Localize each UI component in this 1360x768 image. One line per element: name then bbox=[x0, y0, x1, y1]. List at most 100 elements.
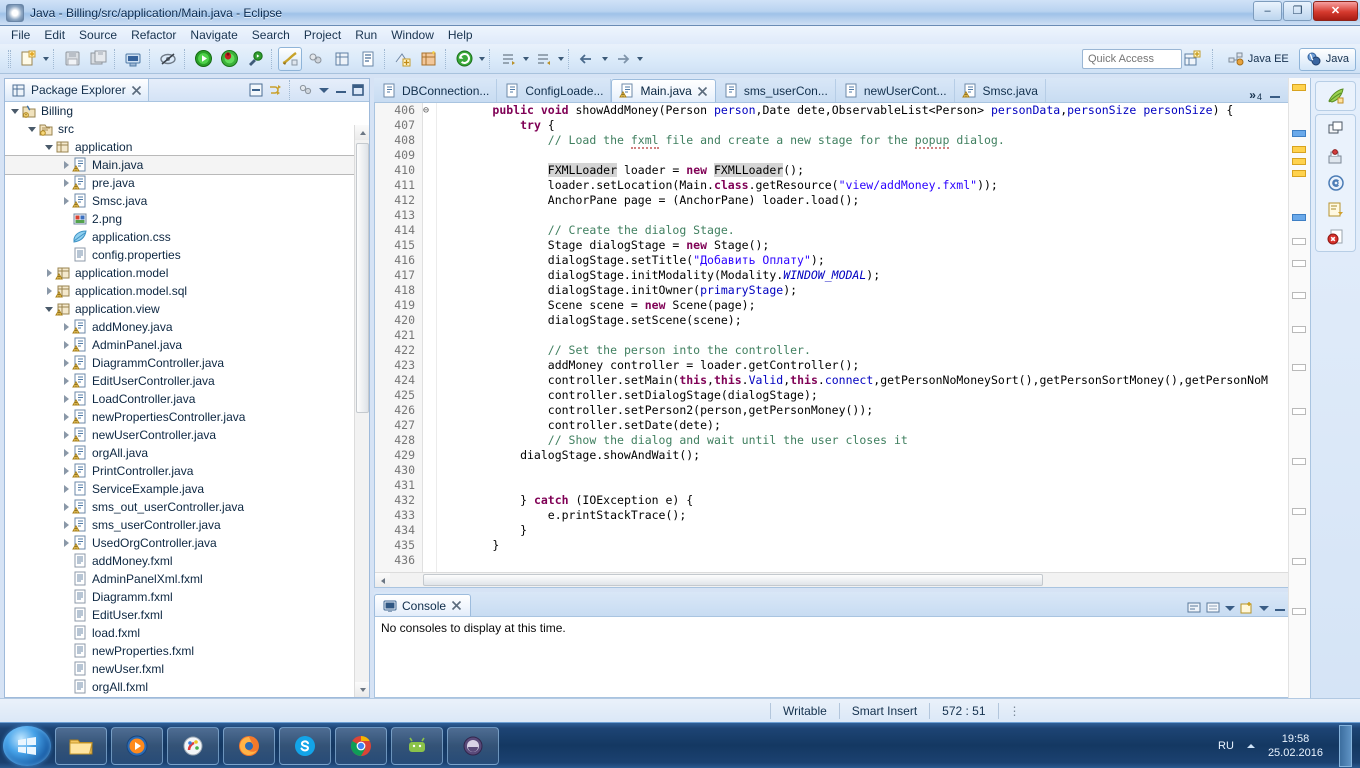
taskbar-paint[interactable] bbox=[167, 727, 219, 765]
menu-help[interactable]: Help bbox=[441, 27, 480, 43]
tree-item[interactable]: orgAll.java bbox=[5, 444, 369, 462]
code-line[interactable]: 419 Scene scene = new Scene(page); bbox=[375, 298, 1291, 313]
code-line[interactable]: 435 } bbox=[375, 538, 1291, 553]
tree-item[interactable]: application.css bbox=[5, 228, 369, 246]
minimize-button[interactable]: – bbox=[1253, 1, 1282, 21]
code-line[interactable]: 428 // Show the dialog and wait until th… bbox=[375, 433, 1291, 448]
chevron-right-icon[interactable] bbox=[60, 426, 72, 444]
save-all-icon[interactable] bbox=[86, 47, 110, 71]
tree-item[interactable]: sms_userController.java bbox=[5, 516, 369, 534]
code-line[interactable]: 418 dialogStage.initOwner(primaryStage); bbox=[375, 283, 1291, 298]
next-annotation-icon[interactable] bbox=[496, 47, 520, 71]
open-type-icon[interactable] bbox=[391, 47, 415, 71]
package-explorer-tab[interactable]: Package Explorer bbox=[5, 79, 149, 101]
run-green-icon[interactable] bbox=[191, 47, 215, 71]
maximize-button[interactable]: ❐ bbox=[1283, 1, 1312, 21]
show-desktop-button[interactable] bbox=[1339, 725, 1352, 767]
chevron-down-icon[interactable] bbox=[600, 47, 609, 71]
save-icon[interactable] bbox=[60, 47, 84, 71]
editor-tab[interactable]: sms_userCon... bbox=[716, 79, 836, 102]
tree-item[interactable]: addMoney.fxml bbox=[5, 552, 369, 570]
chevron-down-icon[interactable] bbox=[635, 47, 644, 71]
perspective-java-ee[interactable]: Java EE bbox=[1222, 48, 1295, 71]
new-console-dropdown-icon[interactable] bbox=[1258, 602, 1270, 614]
quick-access-input[interactable] bbox=[1082, 49, 1182, 69]
tree-item[interactable]: Diagramm.fxml bbox=[5, 588, 369, 606]
tree-scrollbar-thumb[interactable] bbox=[356, 143, 369, 413]
code-line[interactable]: 417 dialogStage.initModality(Modality.WI… bbox=[375, 268, 1291, 283]
tree-item[interactable]: Smsc.java bbox=[5, 192, 369, 210]
code-line[interactable]: 421 bbox=[375, 328, 1291, 343]
chevron-right-icon[interactable] bbox=[43, 282, 55, 300]
code-line[interactable]: 434 } bbox=[375, 523, 1291, 538]
code-line[interactable]: 422 // Set the person into the controlle… bbox=[375, 343, 1291, 358]
code-line[interactable]: 430 bbox=[375, 463, 1291, 478]
console-dropdown-icon[interactable] bbox=[1224, 602, 1236, 614]
tree-item[interactable]: EditUser.fxml bbox=[5, 606, 369, 624]
minimize-icon[interactable] bbox=[1268, 88, 1282, 102]
menu-search[interactable]: Search bbox=[245, 27, 297, 43]
code-line[interactable]: 436 bbox=[375, 553, 1291, 568]
fold-collapse-icon[interactable]: ⊖ bbox=[419, 103, 433, 118]
tree-item[interactable]: application.model.sql bbox=[5, 282, 369, 300]
editor-tab[interactable]: Smsc.java bbox=[955, 79, 1046, 102]
code-line[interactable]: 409 bbox=[375, 148, 1291, 163]
external-tools-icon[interactable] bbox=[243, 47, 267, 71]
debug-bug-icon[interactable] bbox=[217, 47, 241, 71]
chevron-down-icon[interactable] bbox=[556, 47, 565, 71]
menu-navigate[interactable]: Navigate bbox=[183, 27, 244, 43]
toolbar-grip[interactable] bbox=[8, 50, 11, 68]
menu-file[interactable]: File bbox=[4, 27, 37, 43]
taskbar-chrome[interactable] bbox=[335, 727, 387, 765]
maximize-icon[interactable] bbox=[351, 83, 365, 97]
chevron-right-icon[interactable] bbox=[60, 156, 72, 174]
code-line[interactable]: 408 // Load the fxml file and create a n… bbox=[375, 133, 1291, 148]
taskbar-android-studio[interactable] bbox=[391, 727, 443, 765]
project-tree[interactable]: BillingsrcapplicationMain.javapre.javaSm… bbox=[5, 102, 369, 697]
chevron-right-icon[interactable] bbox=[60, 192, 72, 210]
tree-item[interactable]: orgAll.fxml bbox=[5, 678, 369, 696]
tree-item[interactable]: sms_out_userController.java bbox=[5, 498, 369, 516]
chevron-right-icon[interactable] bbox=[60, 318, 72, 336]
editor-tab[interactable]: DBConnection... bbox=[374, 79, 497, 102]
outline-view-icon[interactable] bbox=[1325, 118, 1347, 140]
minimize-icon[interactable] bbox=[334, 83, 348, 97]
code-line[interactable]: 431 bbox=[375, 478, 1291, 493]
new-package-icon[interactable] bbox=[330, 47, 354, 71]
search-icon[interactable] bbox=[417, 47, 441, 71]
view-menu-icon[interactable] bbox=[317, 83, 331, 97]
open-perspective-icon[interactable] bbox=[1180, 47, 1204, 71]
chevron-right-icon[interactable] bbox=[60, 534, 72, 552]
display-selected-console-icon[interactable] bbox=[1205, 600, 1221, 616]
chevron-right-icon[interactable] bbox=[43, 264, 55, 282]
source-code[interactable]: 406⊖ public void showAddMoney(Person per… bbox=[375, 103, 1291, 572]
tree-item[interactable]: Main.java bbox=[5, 156, 369, 174]
chevron-right-icon[interactable] bbox=[60, 390, 72, 408]
editor-tab-overflow[interactable]: » 4 bbox=[1243, 88, 1268, 102]
code-line[interactable]: 423 addMoney controller = loader.getCont… bbox=[375, 358, 1291, 373]
editor-tab[interactable]: newUserCont... bbox=[836, 79, 955, 102]
menu-window[interactable]: Window bbox=[384, 27, 441, 43]
editor-tab[interactable]: ConfigLoade... bbox=[497, 79, 611, 102]
chevron-right-icon[interactable] bbox=[60, 462, 72, 480]
chevron-down-icon[interactable] bbox=[477, 47, 486, 71]
code-line[interactable]: 426 controller.setPerson2(person,getPers… bbox=[375, 403, 1291, 418]
snippets-view-icon[interactable] bbox=[1325, 172, 1347, 194]
tree-item[interactable]: ServiceExample.java bbox=[5, 480, 369, 498]
perspective-java[interactable]: Java bbox=[1299, 48, 1356, 71]
skip-breakpoints-icon[interactable] bbox=[278, 47, 302, 71]
menu-source[interactable]: Source bbox=[72, 27, 124, 43]
tree-item[interactable]: Billing bbox=[5, 102, 369, 120]
minimize-icon[interactable] bbox=[1273, 601, 1287, 615]
code-line[interactable]: 415 Stage dialogStage = new Stage(); bbox=[375, 238, 1291, 253]
tree-item[interactable]: AdminPanel.java bbox=[5, 336, 369, 354]
new-java-project-icon[interactable] bbox=[304, 47, 328, 71]
tree-item[interactable]: src bbox=[5, 120, 369, 138]
tree-item[interactable]: application.view bbox=[5, 300, 369, 318]
tree-item[interactable]: application bbox=[5, 138, 369, 156]
chevron-down-icon[interactable] bbox=[43, 300, 55, 318]
chevron-down-icon[interactable] bbox=[41, 47, 50, 71]
chevron-down-icon[interactable] bbox=[26, 120, 38, 138]
code-line[interactable]: 406⊖ public void showAddMoney(Person per… bbox=[375, 103, 1291, 118]
tree-item[interactable]: addMoney.java bbox=[5, 318, 369, 336]
